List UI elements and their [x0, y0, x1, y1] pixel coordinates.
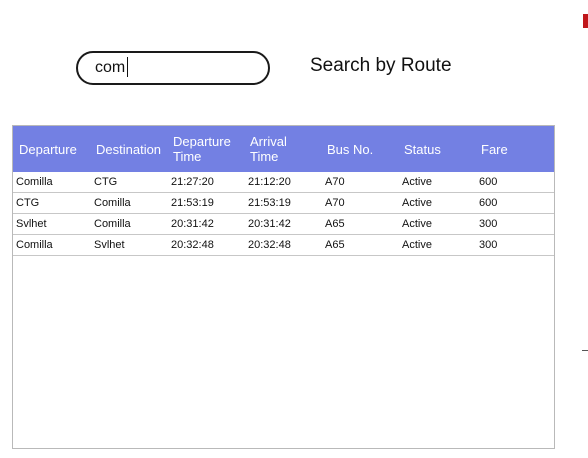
cell-destination: CTG	[94, 176, 118, 188]
text-caret	[127, 57, 128, 77]
cell-fare: 600	[479, 176, 498, 188]
search-label: Search by Route	[310, 55, 452, 76]
cell-bus-no: A65	[325, 239, 345, 251]
cell-fare: 300	[479, 218, 498, 230]
cell-departure-time: 21:53:19	[171, 197, 214, 209]
search-input[interactable]	[95, 57, 255, 79]
cell-status: Active	[402, 197, 432, 209]
table-row[interactable]: Svlhet Comilla 20:31:42 20:31:42 A65 Act…	[13, 214, 554, 235]
column-header-status[interactable]: Status	[404, 126, 441, 172]
cell-destination: Comilla	[94, 218, 131, 230]
search-field[interactable]	[76, 51, 270, 85]
cell-departure-time: 20:31:42	[171, 218, 214, 230]
table-row[interactable]: Comilla CTG 21:27:20 21:12:20 A70 Active…	[13, 172, 554, 193]
cell-destination: Svlhet	[94, 239, 125, 251]
cell-departure: Svlhet	[16, 218, 47, 230]
red-edge-marker	[583, 14, 588, 28]
column-header-destination[interactable]: Destination	[96, 126, 161, 172]
cell-bus-no: A70	[325, 197, 345, 209]
cell-arrival-time: 21:53:19	[248, 197, 291, 209]
column-header-departure[interactable]: Departure	[19, 126, 77, 172]
cell-status: Active	[402, 239, 432, 251]
cell-departure-time: 20:32:48	[171, 239, 214, 251]
cell-departure: Comilla	[16, 239, 53, 251]
cell-arrival-time: 21:12:20	[248, 176, 291, 188]
column-header-fare[interactable]: Fare	[481, 126, 508, 172]
grid-header: Departure Destination Departure Time Arr…	[13, 126, 554, 172]
cell-arrival-time: 20:31:42	[248, 218, 291, 230]
table-row[interactable]: CTG Comilla 21:53:19 21:53:19 A70 Active…	[13, 193, 554, 214]
cell-fare: 600	[479, 197, 498, 209]
column-header-arrival-time[interactable]: Arrival Time	[250, 126, 287, 172]
cell-departure-time: 21:27:20	[171, 176, 214, 188]
routes-grid[interactable]: Departure Destination Departure Time Arr…	[12, 125, 555, 449]
cell-fare: 300	[479, 239, 498, 251]
column-header-bus-no[interactable]: Bus No.	[327, 126, 373, 172]
cell-bus-no: A65	[325, 218, 345, 230]
cell-destination: Comilla	[94, 197, 131, 209]
edge-tick-mark	[582, 350, 588, 351]
table-row[interactable]: Comilla Svlhet 20:32:48 20:32:48 A65 Act…	[13, 235, 554, 256]
cell-status: Active	[402, 176, 432, 188]
cell-bus-no: A70	[325, 176, 345, 188]
column-header-departure-time[interactable]: Departure Time	[173, 126, 231, 172]
cell-status: Active	[402, 218, 432, 230]
cell-departure: CTG	[16, 197, 40, 209]
cell-departure: Comilla	[16, 176, 53, 188]
cell-arrival-time: 20:32:48	[248, 239, 291, 251]
